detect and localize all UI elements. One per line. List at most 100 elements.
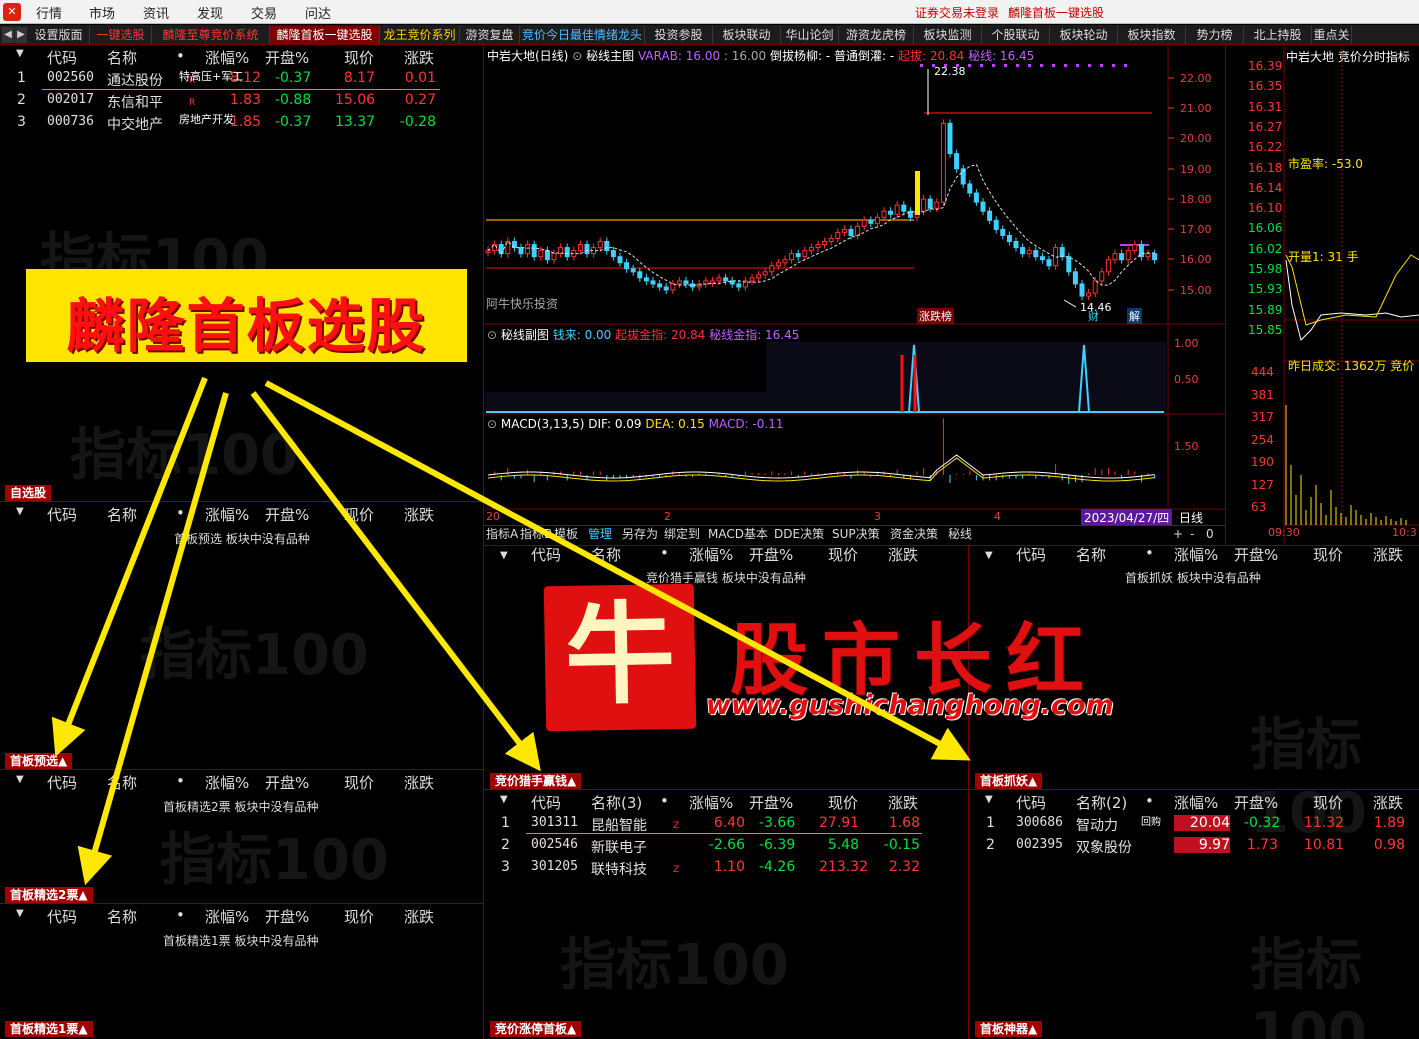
col-pct[interactable]: 涨幅% [205,772,249,793]
tab-6[interactable]: 竞价今日最佳情绪龙头 [520,26,645,44]
macd-title[interactable]: MACD(3,13,5) [501,417,585,431]
col-open[interactable]: 开盘% [265,772,309,793]
tab-16[interactable]: 北上持股 [1244,26,1312,44]
toolbar-item-6[interactable]: MACD基本 [708,526,768,543]
col-open[interactable]: 开盘% [749,544,793,565]
col-code[interactable]: 代码 [531,544,561,565]
col-chg[interactable]: 涨跌 [888,544,918,565]
toolbar-item-8[interactable]: SUP决策 [832,526,880,543]
tab-7[interactable]: 投资参股 [645,26,713,44]
cell-name[interactable]: 智动力 [1076,815,1118,835]
col-price[interactable]: 现价 [344,906,374,927]
sort-arrow-icon[interactable]: ▼ [16,774,24,785]
menu-item-news[interactable]: 资讯 [143,3,169,22]
menu-item-ask[interactable]: 问达 [305,3,331,22]
tab-9[interactable]: 华山论剑 [781,26,839,44]
toolbar-item-1[interactable]: 指标B [520,526,552,543]
panel-label-first-board-2[interactable]: 首板精选2票▲ [5,887,93,903]
col-open[interactable]: 开盘% [749,792,793,813]
col-name[interactable]: 名称 [107,504,137,525]
col-name[interactable]: 名称 [1076,544,1106,565]
cell-code[interactable]: 002560 [47,70,94,85]
col-chg[interactable]: 涨跌 [404,906,434,927]
panel-label-first-board-catch[interactable]: 首板抓妖▲ [975,773,1043,789]
toolbar-item-0[interactable]: 指标A [486,526,518,543]
cell-code[interactable]: 002395 [1016,837,1063,852]
col-name[interactable]: 名称 [107,772,137,793]
cell-code[interactable]: 300686 [1016,815,1063,830]
subchart-title[interactable]: 秘线副图 [501,328,549,342]
menu-item-trade[interactable]: 交易 [251,3,277,22]
sort-arrow-icon[interactable]: ▼ [500,550,508,561]
toolbar-item-10[interactable]: 秘线 [948,526,972,543]
tab-11[interactable]: 板块监测 [914,26,982,44]
col-code[interactable]: 代码 [47,504,77,525]
zoom-button-0[interactable]: + [1173,526,1183,543]
tab-12[interactable]: 个股联动 [982,26,1050,44]
login-status[interactable]: 证券交易未登录 [915,4,999,21]
cell-code[interactable]: 000736 [47,114,94,129]
tab-2[interactable]: 麟隆至尊竞价系统 [152,26,270,44]
col-code[interactable]: 代码 [1016,544,1046,565]
toolbar-item-5[interactable]: 绑定到 [664,526,700,543]
col-price[interactable]: 现价 [344,772,374,793]
cell-code[interactable]: 002017 [47,92,94,107]
panel-label-auction-hunter[interactable]: 竞价猎手赢钱▲ [490,773,582,789]
tab-17[interactable]: 重点关 [1312,26,1352,44]
col-price[interactable]: 现价 [828,544,858,565]
col-code[interactable]: 代码 [47,906,77,927]
sort-arrow-icon[interactable]: ▼ [500,794,508,805]
col-price[interactable]: 现价 [344,47,374,68]
col-code[interactable]: 代码 [47,772,77,793]
toolbar-item-7[interactable]: DDE决策 [774,526,824,543]
col-chg[interactable]: 涨跌 [404,504,434,525]
panel-label-watchlist[interactable]: 自选股 [5,485,52,501]
tab-10[interactable]: 游资龙虎榜 [839,26,914,44]
col-price[interactable]: 现价 [1313,544,1343,565]
col-pct[interactable]: 涨幅% [205,47,249,68]
col-open[interactable]: 开盘% [265,47,309,68]
col-chg[interactable]: 涨跌 [404,772,434,793]
cell-code[interactable]: 301311 [531,815,578,830]
col-chg[interactable]: 涨跌 [1373,544,1403,565]
cell-name[interactable]: 通达股份 [107,70,163,90]
col-pct[interactable]: 涨幅% [1174,792,1218,813]
col-code[interactable]: 代码 [1016,792,1046,813]
cell-name[interactable]: 昆船智能 [591,815,647,835]
col-name[interactable]: 名称 [107,47,137,68]
toolbar-item-4[interactable]: 另存为 [622,526,658,543]
tab-15[interactable]: 势力榜 [1186,26,1244,44]
tab-4[interactable]: 龙王竞价系列 [380,26,460,44]
panel-label-first-board-tool[interactable]: 首板神器▲ [975,1021,1043,1037]
tab-prev-icon[interactable]: ◀ [2,27,14,43]
col-open[interactable]: 开盘% [1234,792,1278,813]
cell-name[interactable]: 联特科技 [591,859,647,879]
tab-8[interactable]: 板块联动 [713,26,781,44]
col-open[interactable]: 开盘% [265,906,309,927]
col-pct[interactable]: 涨幅% [689,792,733,813]
tab-13[interactable]: 板块轮动 [1050,26,1118,44]
panel-label-auction-limitup[interactable]: 竞价涨停首板▲ [490,1021,582,1037]
sort-arrow-icon[interactable]: ▼ [16,908,24,919]
col-pct[interactable]: 涨幅% [205,906,249,927]
cell-name[interactable]: 中交地产 [107,114,163,134]
col-name[interactable]: 名称 [107,906,137,927]
panel-label-first-board-1[interactable]: 首板精选1票▲ [5,1021,93,1037]
tab-3[interactable]: 麟隆首板一键选股 [270,26,380,44]
col-price[interactable]: 现价 [828,792,858,813]
panel-label-first-board-pre[interactable]: 首板预选▲ [5,753,73,769]
tab-5[interactable]: 游资复盘 [460,26,520,44]
tab-next-icon[interactable]: ▶ [15,27,27,43]
menu-item-discover[interactable]: 发现 [197,3,223,22]
period-button[interactable]: 日线 [1179,509,1203,526]
col-open[interactable]: 开盘% [265,504,309,525]
menu-item-quotes[interactable]: 行情 [36,3,62,22]
col-chg[interactable]: 涨跌 [404,47,434,68]
toolbar-item-2[interactable]: 模板 [554,526,578,543]
zoom-button-2[interactable]: 0 [1206,526,1214,543]
col-price[interactable]: 现价 [344,504,374,525]
cell-name[interactable]: 新联电子 [591,837,647,857]
cell-code[interactable]: 301205 [531,859,578,874]
toolbar-item-9[interactable]: 资金决策 [890,526,938,543]
col-code[interactable]: 代码 [531,792,561,813]
